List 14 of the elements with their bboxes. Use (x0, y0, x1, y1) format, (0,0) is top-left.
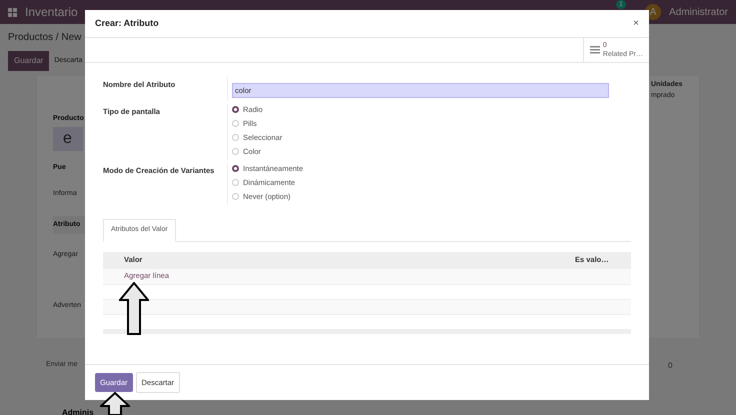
close-button[interactable]: × (633, 16, 639, 31)
name-field[interactable]: e (53, 126, 83, 150)
user-name[interactable]: Administrator (669, 4, 728, 20)
save-button[interactable]: Guardar (8, 51, 50, 71)
apps-icon[interactable] (8, 8, 17, 16)
dialog-title: Crear: Atributo (95, 16, 159, 30)
breadcrumb: Productos / New (8, 31, 82, 45)
radio-button[interactable] (232, 165, 239, 172)
list-icon (590, 46, 600, 54)
app-title[interactable]: Inventario (25, 3, 78, 21)
follower-count: 0 (668, 360, 672, 372)
author-name: Adminis (62, 407, 94, 415)
arrow-annotation-icon (100, 392, 130, 415)
radio-button[interactable] (232, 106, 239, 113)
